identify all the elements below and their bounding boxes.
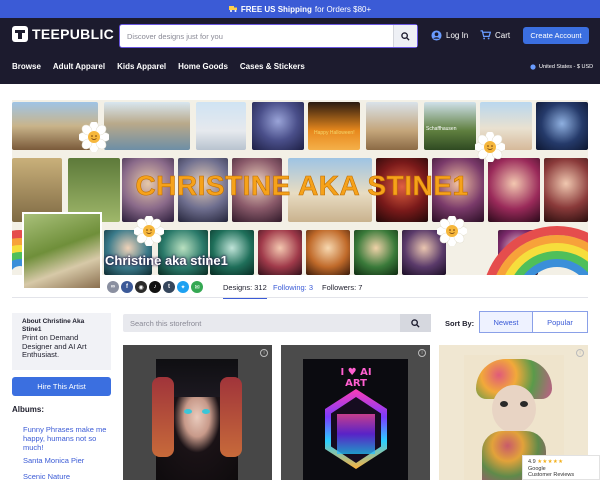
- sort-popular-button[interactable]: Popular: [532, 311, 588, 333]
- info-icon[interactable]: i: [260, 349, 268, 357]
- globe-icon: [530, 64, 536, 70]
- twitter-icon[interactable]: ✦: [177, 281, 189, 293]
- about-title: About Christine Aka Stine1: [22, 318, 85, 333]
- star-rating-icon: ★★★★★: [537, 459, 564, 465]
- site-search-input[interactable]: [120, 25, 393, 47]
- banner-tile: [258, 230, 302, 275]
- banner-tile: [354, 230, 398, 275]
- banner-tile: [306, 230, 350, 275]
- banner-tile: [196, 102, 246, 150]
- site-search: [119, 24, 418, 48]
- product-card[interactable]: i I ♥ AI ART: [281, 345, 430, 480]
- banner-tile: [544, 158, 588, 222]
- main-nav: Browse Adult Apparel Kids Apparel Home G…: [12, 62, 305, 71]
- about-panel: About Christine Aka Stine1 Print on Dema…: [12, 313, 111, 370]
- product-art: [152, 359, 242, 480]
- user-icon: [431, 30, 442, 41]
- product-art-text: I ♥ AI ART: [340, 367, 372, 389]
- banner-tile-caption: Schaffhausen: [426, 126, 457, 132]
- banner-tile-caption: Happy Halloween!: [314, 130, 355, 136]
- nav-home-goods[interactable]: Home Goods: [178, 62, 228, 71]
- login-link[interactable]: Log In: [431, 30, 468, 41]
- following-count[interactable]: Following: 3: [273, 283, 313, 292]
- login-label: Log In: [446, 31, 469, 40]
- artist-avatar: [22, 212, 102, 290]
- facebook-icon[interactable]: f: [121, 281, 133, 293]
- tumblr-icon[interactable]: t: [163, 281, 175, 293]
- search-icon: [411, 318, 420, 328]
- brand-name: TEEPUBLIC: [32, 26, 115, 42]
- search-icon: [401, 31, 410, 41]
- sort-newest-button[interactable]: Newest: [479, 311, 533, 333]
- link-icon[interactable]: ∞: [107, 281, 119, 293]
- nav-browse[interactable]: Browse: [12, 62, 41, 71]
- logo-icon: [12, 26, 28, 42]
- promo-bar[interactable]: FREE US Shipping for Orders $80+: [0, 0, 600, 18]
- google-reviews-badge[interactable]: 4.9 ★★★★★ Google Customer Reviews: [522, 455, 600, 480]
- site-search-button[interactable]: [393, 25, 417, 47]
- locale-label: United States - $ USD: [539, 64, 594, 70]
- banner-title: CHRISTINE AKA STINE1: [135, 170, 469, 202]
- truck-icon: [228, 5, 238, 14]
- daisy-icon: [475, 132, 505, 162]
- cart-icon: [480, 30, 491, 40]
- storefront-search-button[interactable]: [400, 314, 431, 332]
- nav-kids-apparel[interactable]: Kids Apparel: [117, 62, 166, 71]
- cart-label: Cart: [495, 30, 511, 40]
- banner-tile: [104, 102, 190, 150]
- storefront-search: [123, 314, 431, 332]
- store-name: Christine aka stine1: [105, 253, 228, 268]
- daisy-icon: [134, 216, 164, 246]
- promo-text: for Orders $80+: [314, 4, 372, 14]
- daisy-icon: [79, 122, 109, 152]
- daisy-icon: [437, 216, 467, 246]
- locale-selector[interactable]: United States - $ USD: [530, 64, 593, 70]
- info-icon[interactable]: i: [576, 349, 584, 357]
- social-links: ∞ f ◉ ♪ t ✦ ✉: [107, 281, 203, 293]
- create-account-button[interactable]: Create Account: [523, 27, 589, 44]
- product-card[interactable]: i: [123, 345, 272, 480]
- email-icon[interactable]: ✉: [191, 281, 203, 293]
- cart-link[interactable]: Cart: [480, 30, 510, 40]
- album-link[interactable]: Funny Phrases make me happy, humans not …: [23, 425, 117, 452]
- banner-tile: [536, 102, 588, 150]
- brand-logo[interactable]: TEEPUBLIC: [12, 26, 114, 42]
- reviews-label: Customer Reviews: [528, 472, 575, 478]
- banner-tile: [366, 102, 418, 150]
- banner-tile: [308, 102, 360, 150]
- about-text: Print on Demand Designer and AI Art Enth…: [22, 333, 87, 359]
- hire-artist-button[interactable]: Hire This Artist: [12, 377, 111, 396]
- nav-adult-apparel[interactable]: Adult Apparel: [53, 62, 105, 71]
- tiktok-icon[interactable]: ♪: [149, 281, 161, 293]
- instagram-icon[interactable]: ◉: [135, 281, 147, 293]
- reviews-rating: 4.9: [528, 459, 536, 465]
- storefront-search-input[interactable]: [123, 314, 400, 332]
- banner-tile: [252, 102, 304, 150]
- albums-heading: Albums:: [12, 405, 44, 414]
- sort-label: Sort By:: [445, 319, 475, 328]
- promo-highlight: FREE US Shipping: [240, 4, 312, 14]
- site-header: TEEPUBLIC Log In Cart Create Account Bro…: [0, 18, 600, 84]
- followers-count[interactable]: Followers: 7: [322, 283, 362, 292]
- info-icon[interactable]: i: [418, 349, 426, 357]
- nav-cases-stickers[interactable]: Cases & Stickers: [240, 62, 305, 71]
- stats-divider: [12, 297, 588, 298]
- album-link[interactable]: Santa Monica Pier: [23, 456, 117, 465]
